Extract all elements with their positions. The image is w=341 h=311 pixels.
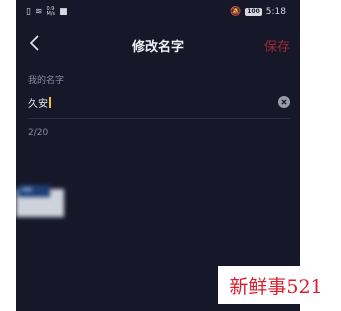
name-field-label: 我的名字	[28, 76, 65, 86]
blurred-thumbnail-image	[16, 183, 70, 219]
clear-icon[interactable]	[278, 96, 290, 108]
name-input-value: 久安	[28, 99, 48, 110]
char-count: 2/20	[28, 128, 49, 138]
name-input[interactable]: 久安	[28, 95, 51, 110]
network-speed-unit: M/s	[46, 11, 56, 17]
text-caret	[49, 97, 51, 108]
status-left: ▯ ≋ 0.9 M/s ■	[26, 7, 68, 18]
page-title: 修改名字	[131, 40, 184, 55]
notification-icon: ■	[59, 7, 68, 17]
nav-bar: 修改名字 保存	[16, 26, 300, 62]
status-bar: ▯ ≋ 0.9 M/s ■ 🔕 100 5:18	[16, 0, 300, 26]
field-divider	[28, 118, 290, 119]
wifi-icon: ≋	[34, 7, 43, 17]
battery-indicator: 100	[245, 8, 262, 16]
watermark-text: 新鲜事521	[218, 266, 334, 304]
network-speed: 0.9 M/s	[47, 7, 56, 17]
mute-icon: 🔕	[230, 7, 242, 17]
status-time: 5:18	[265, 7, 286, 17]
name-field: 久安	[28, 93, 290, 113]
status-right: 🔕 100 5:18	[230, 7, 286, 17]
save-button[interactable]: 保存	[264, 36, 290, 55]
sim-icon: ▯	[26, 7, 31, 17]
phone-screen: ▯ ≋ 0.9 M/s ■ 🔕 100 5:18 修改名字 保存 我的名字 久安	[16, 0, 300, 311]
